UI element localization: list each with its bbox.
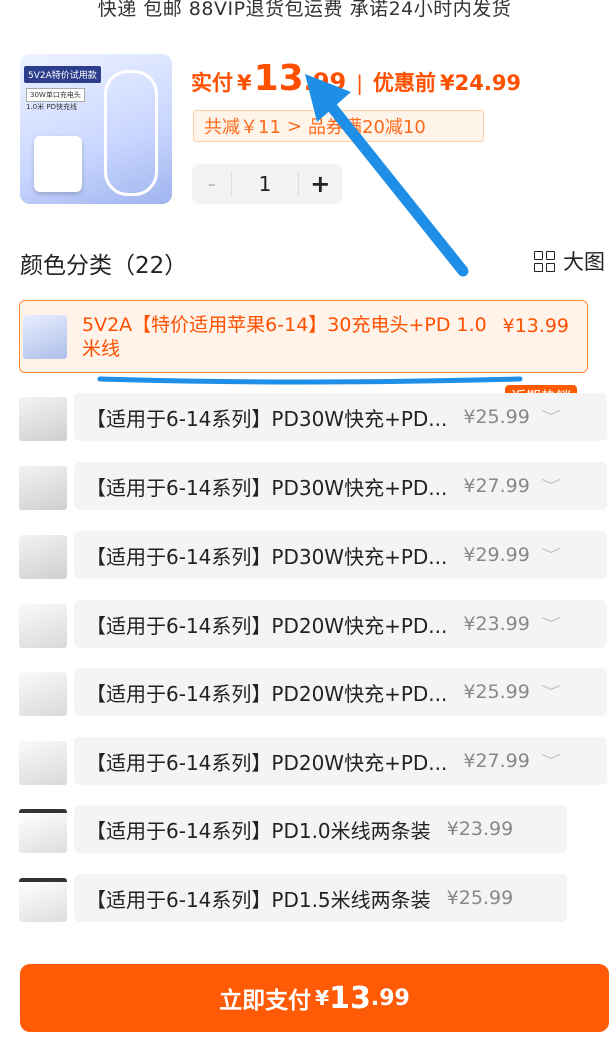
thumb-tag: 30W单口充电头 bbox=[26, 88, 85, 102]
sku-name: 5V2A【特价适用苹果6-14】30充电头+PD 1.0米线 bbox=[82, 314, 487, 360]
sku-name: 【适用于6-14系列】PD30W快充+PD... bbox=[86, 475, 448, 500]
sku-price: ¥25.99 bbox=[446, 887, 514, 909]
big-view-label: 大图 bbox=[563, 250, 605, 274]
sku-name: 【适用于6-14系列】PD20W快充+PD... bbox=[86, 613, 448, 638]
sku-price: ¥27.99 bbox=[463, 475, 530, 497]
charger-image bbox=[34, 136, 82, 192]
sku-thumbnail bbox=[19, 741, 67, 785]
sku-thumbnail bbox=[19, 466, 67, 510]
chevron-down-icon[interactable]: ﹀ bbox=[541, 407, 561, 427]
pay-label: 立即支付 bbox=[219, 988, 312, 1014]
cable-image bbox=[104, 70, 158, 196]
sku-name: 【适用于6-14系列】PD1.5米线两条装 bbox=[86, 887, 431, 912]
sku-name: 【适用于6-14系列】PD30W快充+PD... bbox=[86, 406, 448, 431]
annotation-arrow-icon bbox=[305, 74, 469, 277]
sku-price: ¥25.99 bbox=[463, 681, 530, 703]
sku-thumbnail bbox=[23, 315, 67, 359]
pay-currency: ¥ bbox=[315, 986, 330, 1010]
chevron-down-icon[interactable]: ﹀ bbox=[541, 682, 561, 702]
chevron-down-icon[interactable]: ﹀ bbox=[541, 614, 561, 634]
sku-label-pill: 【适用于6-14系列】PD20W快充+PD... ¥27.99 ﹀ bbox=[74, 737, 607, 785]
sku-label-pill: 【适用于6-14系列】PD1.5米线两条装 ¥25.99 bbox=[74, 874, 567, 922]
sku-price: ¥27.99 bbox=[463, 750, 530, 772]
price-label: 实付 bbox=[191, 71, 233, 95]
sku-name: 【适用于6-14系列】PD30W快充+PD... bbox=[86, 544, 448, 569]
sku-label-pill: 【适用于6-14系列】PD20W快充+PD... ¥23.99 ﹀ bbox=[74, 600, 607, 648]
sku-label-pill: 【适用于6-14系列】PD30W快充+PD... ¥29.99 ﹀ bbox=[74, 531, 607, 579]
sku-thumbnail bbox=[19, 535, 67, 579]
decrease-button[interactable]: - bbox=[192, 172, 231, 197]
sku-name: 【适用于6-14系列】PD1.0米线两条装 bbox=[86, 818, 431, 843]
sku-thumbnail bbox=[19, 397, 67, 441]
section-title: 颜色分类（22） bbox=[20, 253, 188, 279]
chevron-down-icon[interactable]: ﹀ bbox=[541, 751, 561, 771]
sku-thumbnail bbox=[19, 672, 67, 716]
sku-option-selected[interactable]: 5V2A【特价适用苹果6-14】30充电头+PD 1.0米线 ¥13.99 bbox=[19, 300, 588, 373]
sku-label-pill: 【适用于6-14系列】PD1.0米线两条装 ¥23.99 bbox=[74, 805, 567, 853]
shipping-note: 快递 包邮 88VIP退货包运费 承诺24小时内发货 bbox=[97, 0, 512, 20]
sku-price: ¥23.99 bbox=[463, 613, 530, 635]
sku-label-pill: 【适用于6-14系列】PD30W快充+PD... ¥25.99 ﹀ bbox=[74, 393, 607, 441]
chevron-down-icon[interactable]: ﹀ bbox=[541, 476, 561, 496]
sku-name: 【适用于6-14系列】PD20W快充+PD... bbox=[86, 750, 448, 775]
thumb-badge: 5V2A特价试用款 bbox=[24, 66, 101, 83]
sku-price: ¥23.99 bbox=[446, 818, 514, 840]
sku-label-pill: 【适用于6-14系列】PD20W快充+PD... ¥25.99 ﹀ bbox=[74, 668, 607, 716]
grid-icon bbox=[534, 250, 555, 272]
big-view-toggle[interactable]: 大图 bbox=[534, 246, 605, 276]
sku-price: ¥29.99 bbox=[463, 544, 530, 566]
annotation-underline bbox=[97, 376, 523, 385]
sku-thumbnail bbox=[19, 878, 67, 922]
thumb-tag: 1.0米 PD快充线 bbox=[26, 103, 77, 111]
sku-name: 【适用于6-14系列】PD20W快充+PD... bbox=[86, 681, 448, 706]
sku-thumbnail bbox=[19, 809, 67, 853]
chevron-down-icon[interactable]: ﹀ bbox=[541, 545, 561, 565]
pay-integer: 13 bbox=[329, 980, 371, 1016]
quantity-value[interactable]: 1 bbox=[231, 172, 299, 196]
sku-price: ¥13.99 bbox=[502, 315, 569, 337]
pay-now-button[interactable]: 立即支付 ¥ 13 .99 bbox=[20, 964, 609, 1032]
product-thumbnail[interactable]: 5V2A特价试用款 30W单口充电头 1.0米 PD快充线 bbox=[20, 54, 172, 204]
pay-decimal: .99 bbox=[370, 985, 410, 1011]
discount-total: 共减￥11 bbox=[204, 117, 281, 138]
sku-price: ¥25.99 bbox=[463, 406, 530, 428]
price-currency: ¥ bbox=[237, 71, 252, 95]
sku-thumbnail bbox=[19, 604, 67, 648]
sku-label-pill: 【适用于6-14系列】PD30W快充+PD... ¥27.99 ﹀ bbox=[74, 462, 607, 510]
